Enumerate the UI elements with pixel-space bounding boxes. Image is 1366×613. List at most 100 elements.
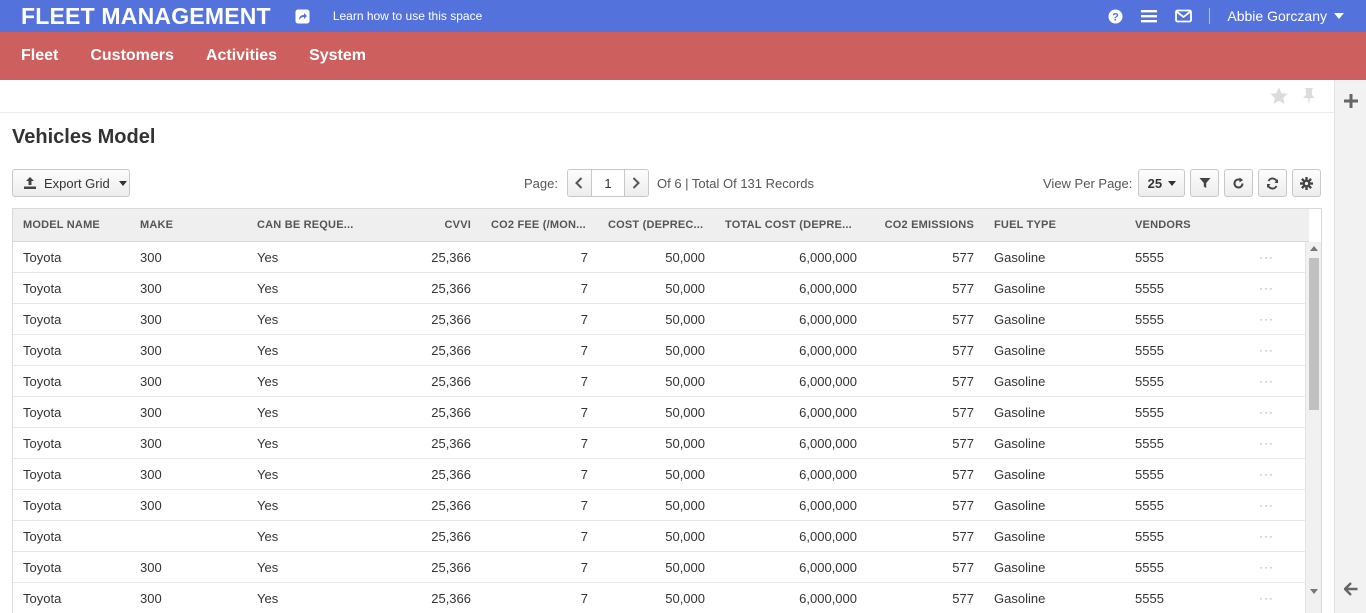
row-actions-icon[interactable]: ··· [1259,428,1274,459]
row-actions-icon[interactable]: ··· [1259,552,1274,583]
table-row[interactable]: Toyota 300 Yes 25,366 7 50,000 6,000,000 577 Gas… [13,242,1305,273]
pager: Page: 1 Of 6 | Total Of 131 Records [524,169,814,197]
cell-model-name: Toyota [23,591,62,606]
row-actions-icon[interactable]: ··· [1259,304,1274,335]
cell-model-name: Toyota [23,436,62,451]
scroll-up-icon[interactable] [1310,246,1318,251]
cell-model-name: Toyota [23,343,62,358]
cell-can-be-requested: Yes [257,312,279,327]
cell-co2-emissions: 577 [952,250,974,265]
refresh-button[interactable] [1224,169,1253,197]
next-page-button[interactable] [624,170,648,196]
cell-model-name: Toyota [23,498,62,513]
page-number-input[interactable]: 1 [590,170,625,196]
row-actions-icon[interactable]: ··· [1259,366,1274,397]
cell-make: 300 [140,343,162,358]
table-row[interactable]: Toyota Yes 25,366 7 50,000 6,000,000 577 Gasoli… [13,521,1305,552]
row-actions-icon[interactable]: ··· [1259,583,1274,613]
svg-text:?: ? [1112,11,1119,23]
top-bar: FLEET MANAGEMENT Learn how to use this s… [0,0,1366,32]
nav-item-customers[interactable]: Customers [90,47,174,65]
table-row[interactable]: Toyota 300 Yes 25,366 7 50,000 6,000,000 577 Gas… [13,273,1305,304]
column-header[interactable]: MODEL NAME [23,209,100,242]
nav-item-activities[interactable]: Activities [206,47,277,65]
vertical-scrollbar[interactable] [1305,242,1321,613]
mail-icon[interactable] [1174,7,1192,25]
cell-make: 300 [140,467,162,482]
cell-cost: 50,000 [665,436,705,451]
cell-cvvi: 25,366 [431,281,471,296]
cell-total-cost: 6,000,000 [799,343,857,358]
column-header[interactable]: TOTAL COST (DEPRE... [725,209,852,242]
scroll-down-icon[interactable] [1310,589,1318,594]
column-header[interactable]: CVVI [373,209,471,242]
scrollbar-thumb[interactable] [1309,258,1319,410]
cell-co2-emissions: 577 [952,467,974,482]
cell-fuel-type: Gasoline [994,312,1046,327]
table-row[interactable]: Toyota 300 Yes 25,366 7 50,000 6,000,000 577 Gas… [13,428,1305,459]
cell-make: 300 [140,591,162,606]
filter-button[interactable] [1190,169,1219,197]
cell-total-cost: 6,000,000 [799,498,857,513]
settings-button[interactable] [1292,169,1321,197]
cell-vendors: 5555 [1135,591,1164,606]
table-row[interactable]: Toyota 300 Yes 25,366 7 50,000 6,000,000 577 Gas… [13,335,1305,366]
row-actions-icon[interactable]: ··· [1259,273,1274,304]
cell-cvvi: 25,366 [431,467,471,482]
chevron-down-icon [1168,180,1177,186]
prev-page-button[interactable] [567,170,591,196]
app-title[interactable]: FLEET MANAGEMENT [21,3,271,30]
column-header[interactable]: VENDORS [1135,209,1191,242]
row-actions-icon[interactable]: ··· [1259,397,1274,428]
row-actions-icon[interactable]: ··· [1259,459,1274,490]
view-per-page-select[interactable]: 25 [1138,169,1186,197]
cell-can-be-requested: Yes [257,436,279,451]
cell-cvvi: 25,366 [431,498,471,513]
page-title: Vehicles Model [12,126,156,148]
column-header[interactable]: MAKE [140,209,173,242]
cell-cvvi: 25,366 [431,312,471,327]
row-actions-icon[interactable]: ··· [1259,490,1274,521]
main-nav: Fleet Customers Activities System [0,32,1366,80]
cell-model-name: Toyota [23,405,62,420]
table-row[interactable]: Toyota 300 Yes 25,366 7 50,000 6,000,000 577 Gas… [13,304,1305,335]
table-row[interactable]: Toyota 300 Yes 25,366 7 50,000 6,000,000 577 Gas… [13,397,1305,428]
export-grid-button[interactable]: Export Grid [12,169,130,197]
cell-make: 300 [140,312,162,327]
cell-model-name: Toyota [23,281,62,296]
menu-icon[interactable] [1140,7,1158,25]
nav-item-fleet[interactable]: Fleet [21,47,58,65]
grid-body: Toyota 300 Yes 25,366 7 50,000 6,000,000 577 Gas… [13,242,1305,613]
row-actions-icon[interactable]: ··· [1259,335,1274,366]
plus-icon[interactable] [1344,94,1358,108]
learn-link[interactable]: Learn how to use this space [333,9,482,23]
cell-fuel-type: Gasoline [994,436,1046,451]
pin-icon[interactable] [1300,86,1318,106]
table-row[interactable]: Toyota 300 Yes 25,366 7 50,000 6,000,000 577 Gas… [13,366,1305,397]
column-header[interactable]: CO2 FEE (/MON... [491,209,586,242]
table-row[interactable]: Toyota 300 Yes 25,366 7 50,000 6,000,000 577 Gas… [13,583,1305,613]
view-per-page: View Per Page: 25 [1043,169,1186,197]
cell-vendors: 5555 [1135,343,1164,358]
table-row[interactable]: Toyota 300 Yes 25,366 7 50,000 6,000,000 577 Gas… [13,459,1305,490]
column-header[interactable]: CO2 EMISSIONS [863,209,974,242]
share-icon[interactable] [295,8,311,24]
row-actions-icon[interactable]: ··· [1259,242,1274,273]
table-row[interactable]: Toyota 300 Yes 25,366 7 50,000 6,000,000 577 Gas… [13,552,1305,583]
cell-co2-fee: 7 [580,591,588,606]
sync-button[interactable] [1258,169,1287,197]
cell-fuel-type: Gasoline [994,467,1046,482]
column-header[interactable]: COST (DEPREC... [608,209,703,242]
column-header[interactable]: FUEL TYPE [994,209,1056,242]
column-header[interactable]: CAN BE REQUE... [257,209,354,242]
user-menu-caret-icon[interactable] [1334,13,1344,19]
star-icon[interactable] [1269,86,1289,106]
cell-fuel-type: Gasoline [994,405,1046,420]
arrow-left-icon[interactable] [1343,582,1358,596]
nav-item-system[interactable]: System [309,47,366,65]
help-icon[interactable]: ? [1106,7,1124,25]
table-row[interactable]: Toyota 300 Yes 25,366 7 50,000 6,000,000 577 Gas… [13,490,1305,521]
cell-vendors: 5555 [1135,436,1164,451]
row-actions-icon[interactable]: ··· [1259,521,1274,552]
user-name[interactable]: Abbie Gorczany [1227,8,1327,24]
